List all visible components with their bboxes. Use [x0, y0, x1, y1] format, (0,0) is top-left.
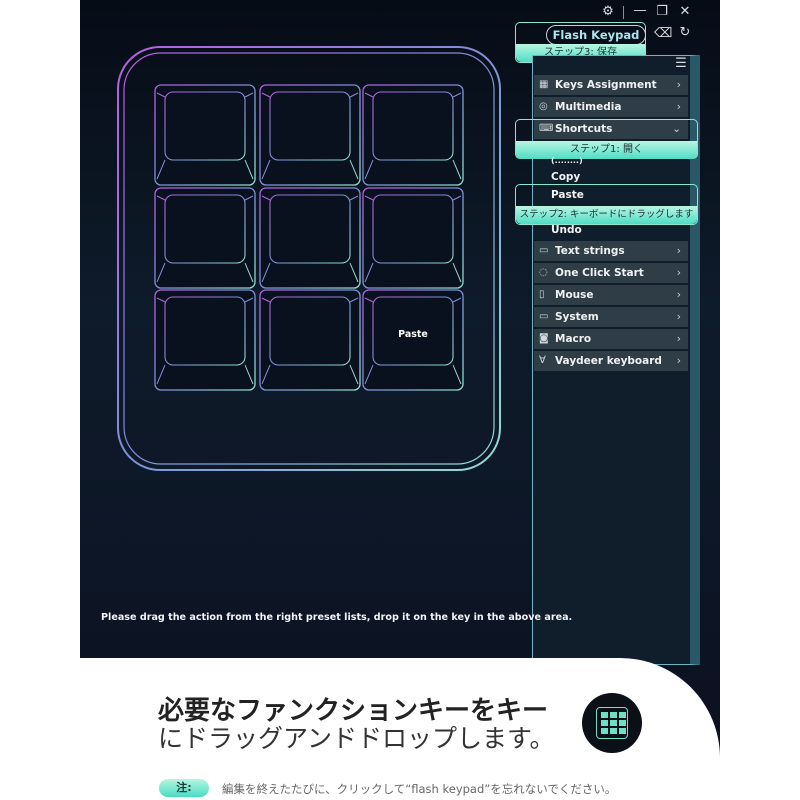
sidebar-item-keys-assignment[interactable]: ▦ Keys Assignment ›: [534, 75, 688, 95]
click-icon: ◌: [539, 267, 548, 278]
sidebar-item-label: One Click Start: [555, 267, 644, 279]
key[interactable]: [259, 84, 361, 186]
key[interactable]: [154, 289, 256, 391]
sidebar-item-label: Keys Assignment: [555, 79, 657, 91]
close-icon[interactable]: ✕: [677, 5, 693, 19]
key[interactable]: [259, 289, 361, 391]
sidebar-item-macro[interactable]: ◙ Macro ›: [534, 329, 688, 349]
note-badge: 注:: [159, 779, 209, 797]
key[interactable]: [362, 187, 464, 289]
chevron-right-icon: ›: [676, 289, 681, 301]
instruction-text: Please drag the action from the right pr…: [101, 612, 573, 623]
sidebar-item-system[interactable]: ▭ System ›: [534, 307, 688, 327]
sidebar-item-mouse[interactable]: ▯ Mouse ›: [534, 285, 688, 305]
media-icon: ◎: [539, 101, 548, 112]
keypad-logo-icon: [582, 693, 642, 753]
note-text: 編集を終えたたびに、クリックして“flash keypad”を忘れないでください…: [222, 782, 617, 796]
key[interactable]: [154, 187, 256, 289]
key[interactable]: [362, 84, 464, 186]
filter-icon[interactable]: ☰: [673, 57, 689, 71]
shortcut-item[interactable]: (........): [551, 156, 583, 165]
restore-icon[interactable]: ❐: [654, 5, 670, 19]
eraser-icon[interactable]: ⌫: [654, 27, 672, 41]
key[interactable]: [259, 187, 361, 289]
sidebar-item-label: Mouse: [555, 289, 594, 301]
sidebar-item-vaydeer-keyboard[interactable]: ∀ Vaydeer keyboard ›: [534, 351, 688, 371]
chevron-right-icon: ›: [676, 79, 681, 91]
monitor-icon: ▭: [539, 311, 549, 322]
text-icon: ▭: [539, 245, 549, 256]
chevron-right-icon: ›: [676, 355, 681, 367]
key[interactable]: [362, 289, 464, 391]
separator: [623, 6, 624, 19]
chevron-right-icon: ›: [676, 101, 681, 113]
key[interactable]: [154, 84, 256, 186]
sidebar-item-label: Vaydeer keyboard: [555, 355, 662, 367]
chevron-right-icon: ›: [676, 267, 681, 279]
sidebar-item-text-strings[interactable]: ▭ Text strings ›: [534, 241, 688, 261]
step1-label: ステップ1: 開く: [516, 141, 697, 159]
chevron-right-icon: ›: [676, 245, 681, 257]
shortcut-item-copy[interactable]: Copy: [551, 171, 580, 183]
sidebar-item-label: System: [555, 311, 599, 323]
sidebar-item-label: Macro: [555, 333, 592, 345]
flash-keypad-button[interactable]: Flash Keypad: [546, 25, 646, 45]
caption-line2: にドラッグアンドドロップします。: [158, 724, 555, 753]
step2-label: ステップ2: キーボードにドラッグします: [516, 206, 697, 224]
chevron-right-icon: ›: [676, 333, 681, 345]
vaydeer-icon: ∀: [539, 355, 546, 366]
refresh-icon[interactable]: ↻: [677, 26, 693, 40]
minimize-icon[interactable]: —: [632, 4, 648, 18]
grid-icon: ▦: [539, 79, 549, 90]
mouse-icon: ▯: [539, 289, 545, 300]
sidebar-item-multimedia[interactable]: ◎ Multimedia ›: [534, 97, 688, 117]
sidebar-item-label: Text strings: [555, 245, 625, 257]
sidebar-item-one-click-start[interactable]: ◌ One Click Start ›: [534, 263, 688, 283]
sidebar-item-label: Multimedia: [555, 101, 622, 113]
shortcut-item-undo[interactable]: Undo: [551, 224, 582, 236]
chevron-right-icon: ›: [676, 311, 681, 323]
shortcut-item-paste[interactable]: Paste: [551, 189, 584, 201]
gear-icon[interactable]: ⚙: [600, 5, 616, 19]
macro-icon: ◙: [539, 333, 549, 344]
key-label: Paste: [398, 329, 428, 340]
